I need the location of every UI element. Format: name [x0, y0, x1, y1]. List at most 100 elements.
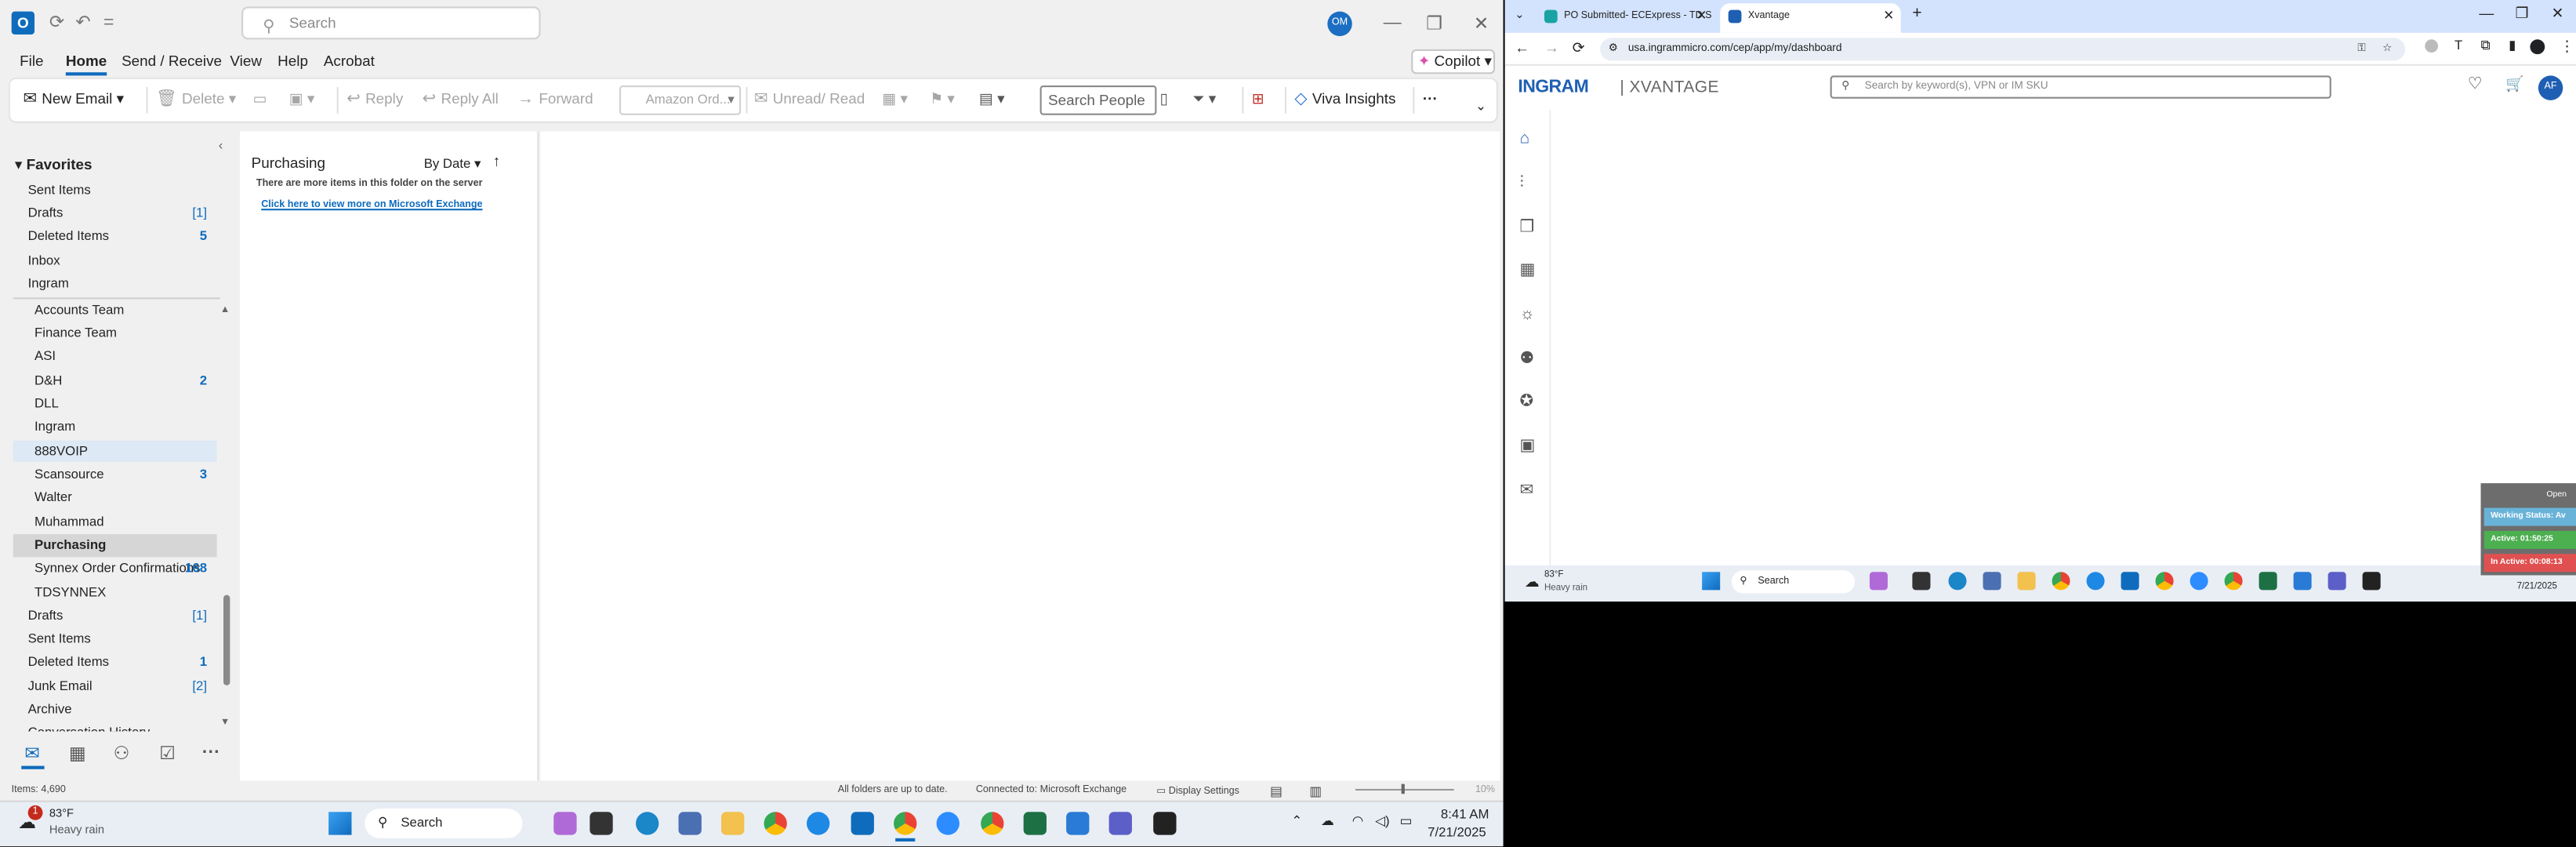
site-info-icon[interactable]: ⚙ — [1609, 38, 1618, 60]
move-icon[interactable]: ▣ ▾ — [289, 89, 315, 110]
menu-home[interactable]: Home — [65, 53, 107, 76]
folder-item[interactable]: Sent Items — [28, 179, 217, 202]
folder-item[interactable]: Walter — [34, 486, 223, 509]
scrollbar-thumb[interactable] — [223, 594, 230, 685]
people-icon[interactable]: ⚇ — [114, 743, 130, 764]
orders-icon[interactable]: ❒ — [1520, 219, 1535, 237]
folder-item-selected[interactable]: Purchasing — [34, 534, 223, 557]
exchange-link[interactable]: Click here to view more on Microsoft Exc… — [261, 201, 482, 211]
close-tab-icon[interactable]: ✕ — [1883, 3, 1894, 30]
taskbar-search[interactable]: ⚲ Search — [365, 809, 523, 838]
clock-date[interactable]: 7/21/2025 — [1428, 825, 1486, 840]
chrome-icon[interactable] — [981, 812, 1004, 835]
tasks-icon[interactable]: ☑ — [159, 743, 176, 764]
new-tab-icon[interactable]: + — [1912, 5, 1921, 23]
copilot-button[interactable]: ✦ Copilot ▾ — [1411, 49, 1496, 75]
sort-direction-icon[interactable]: ↑ — [493, 153, 500, 169]
scroll-down-icon[interactable]: ▼ — [220, 718, 230, 729]
folder-item[interactable]: Junk Email [2] — [28, 675, 217, 698]
sticky-notes-icon[interactable] — [2362, 572, 2381, 591]
zoom-thumb[interactable] — [1401, 783, 1405, 794]
tab-po-submitted[interactable]: PO Submitted- ECExpress - TD S ✕ — [1536, 3, 1713, 33]
more-options-icon[interactable]: ··· — [1423, 89, 1438, 110]
folder-item[interactable]: Archive — [28, 699, 217, 722]
heart-icon[interactable]: ♡ — [2468, 75, 2483, 93]
avatar[interactable]: OM — [1327, 11, 1352, 37]
onedrive-icon[interactable]: ☁ — [1321, 813, 1334, 828]
rewards-icon[interactable]: ✪ — [1520, 393, 1534, 411]
reload-icon[interactable]: ⟳ — [1573, 39, 1585, 57]
app-icon[interactable] — [1869, 572, 1888, 591]
app-icon[interactable] — [2293, 572, 2312, 591]
maximize-icon[interactable]: ❐ — [1426, 13, 1442, 35]
ideas-icon[interactable]: ☼ — [1520, 306, 1535, 324]
close-tab-icon[interactable]: ✕ — [1696, 3, 1707, 30]
sync-icon[interactable]: ⟳ — [49, 12, 64, 35]
folder-item[interactable]: TDSYNNEX — [34, 582, 223, 605]
taskbar-search[interactable]: ⚲ Search — [1731, 570, 1856, 594]
back-icon[interactable]: ← — [1515, 39, 1529, 56]
edge-icon[interactable] — [806, 812, 830, 835]
analytics-icon[interactable]: ⫶ — [1520, 174, 1524, 192]
folder-item[interactable]: Deleted Items 1 — [28, 651, 217, 674]
ingram-logo[interactable]: INGRAM — [1518, 77, 1588, 96]
unread-read-button[interactable]: ✉ Unread/ Read — [754, 89, 865, 110]
app-icon[interactable] — [1912, 572, 1931, 591]
folder-item[interactable]: Synnex Order Confirmations 168 — [34, 557, 217, 580]
folder-item[interactable]: Drafts [1] — [28, 202, 217, 225]
reply-all-button[interactable]: ↩ Reply All — [423, 89, 499, 110]
profile-avatar[interactable] — [2530, 39, 2545, 55]
copilot-app-icon[interactable] — [553, 812, 577, 835]
normal-view-icon[interactable]: ▤ — [1270, 784, 1283, 799]
calculator-icon[interactable] — [678, 812, 702, 835]
chrome-icon[interactable] — [764, 812, 787, 835]
cart-icon[interactable]: 🛒 — [2505, 75, 2524, 93]
chrome-icon[interactable] — [2224, 572, 2243, 591]
excel-icon[interactable] — [1023, 812, 1047, 835]
menu-send-receive[interactable]: Send / Receive — [122, 53, 222, 69]
reading-view-icon[interactable]: ▥ — [1309, 784, 1322, 799]
excel-icon[interactable] — [2259, 572, 2277, 591]
address-book-icon[interactable]: ▯ — [1160, 89, 1168, 110]
tab-xvantage[interactable]: Xvantage ✕ — [1720, 3, 1901, 33]
edge-icon[interactable] — [2086, 572, 2105, 591]
chrome-icon[interactable] — [2155, 572, 2174, 591]
folder-item[interactable]: 888VOIP — [34, 441, 223, 463]
battery-icon[interactable]: ▭ — [1400, 813, 1413, 828]
weather-icon[interactable]: ☁ — [1525, 573, 1540, 591]
user-avatar[interactable]: AF — [2538, 75, 2563, 100]
folder-item[interactable]: Ingram — [34, 416, 223, 438]
browser-icon[interactable] — [636, 812, 659, 835]
extension-icon[interactable]: T — [2454, 38, 2462, 53]
grid-icon[interactable]: ▦ — [1520, 261, 1536, 279]
chrome-menu-icon[interactable]: ⋮ — [2560, 38, 2574, 56]
password-key-icon[interactable]: ⚿ — [2357, 38, 2365, 60]
menu-help[interactable]: Help — [278, 53, 308, 69]
more-apps-icon[interactable]: ··· — [202, 743, 220, 762]
favorites-header[interactable]: ▾ Favorites — [15, 156, 93, 174]
zoom-app-icon[interactable] — [936, 812, 960, 835]
calendar-icon[interactable]: ▦ — [69, 743, 86, 764]
file-explorer-icon[interactable] — [2017, 572, 2036, 591]
tray-chevron-icon[interactable]: ⌃ — [1291, 813, 1302, 828]
calendar-icon[interactable]: ▣ — [1520, 437, 1536, 455]
volume-icon[interactable]: ◁) — [1375, 813, 1390, 828]
address-bar[interactable]: ⚙ usa.ingrammicro.com/cep/app/my/dashboar… — [1600, 38, 2406, 61]
menu-view[interactable]: View — [230, 53, 262, 69]
product-search-input[interactable]: ⚲ Search by keyword(s), VPN or IM SKU — [1830, 75, 2331, 99]
folder-item[interactable]: ASI — [34, 345, 223, 368]
folder-item[interactable]: Finance Team — [34, 322, 223, 345]
reply-button[interactable]: ↩ Reply — [346, 89, 403, 110]
clock-date[interactable]: 7/21/2025 — [2517, 582, 2557, 592]
clock-time[interactable]: 8:41 AM — [1441, 807, 1489, 822]
display-settings-button[interactable]: ▭ Display Settings — [1156, 786, 1239, 798]
customize-toolbar-icon[interactable]: = — [103, 12, 114, 35]
scroll-up-icon[interactable]: ▲ — [220, 306, 230, 316]
app-icon[interactable] — [590, 812, 613, 835]
extensions-puzzle-icon[interactable]: ⧉ — [2481, 38, 2491, 54]
outlook-app-icon[interactable] — [2121, 572, 2139, 591]
windows-start-icon[interactable] — [1702, 572, 1721, 591]
folder-item[interactable]: Sent Items — [28, 628, 217, 651]
folder-item[interactable]: Inbox — [28, 250, 217, 273]
collapse-ribbon-icon[interactable]: ⌄ — [1475, 96, 1486, 117]
